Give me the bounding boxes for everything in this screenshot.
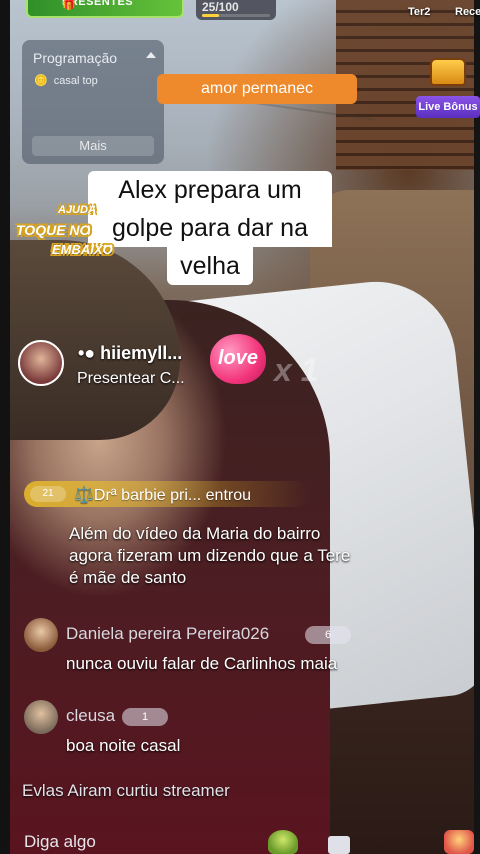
- bottom-bar: Diga algo: [10, 820, 474, 854]
- love-gift-label: love: [217, 347, 259, 369]
- share-icon[interactable]: [328, 836, 350, 854]
- more-button[interactable]: Mais: [32, 136, 154, 156]
- help-badge-line-2: TOQUE NO: [16, 222, 91, 238]
- avatar[interactable]: [24, 700, 58, 734]
- screen-edge-left: [0, 0, 10, 854]
- live-bonus-label: Live Bônus: [416, 96, 480, 118]
- avatar[interactable]: [24, 618, 58, 652]
- programacao-item-label: casal top: [53, 75, 98, 87]
- gift-icon: 🎁: [62, 0, 77, 11]
- user-entered-notice: 21 ⚖️Drª barbie pri... entrou: [24, 481, 309, 507]
- goal-progress-label: 25/100: [202, 0, 239, 14]
- comment-input[interactable]: Diga algo: [24, 832, 96, 852]
- comment-text: boa noite casal: [66, 736, 181, 755]
- level-badge: 1: [122, 708, 168, 726]
- avatar[interactable]: [18, 340, 64, 386]
- orange-banner[interactable]: amor permanec: [157, 74, 357, 104]
- live-bonus-button[interactable]: Live Bônus: [416, 56, 480, 120]
- chat-comment: cleusa 1 boa noite casal: [24, 700, 444, 770]
- caption-line-3: velha: [167, 247, 253, 285]
- love-gift-icon: love: [210, 334, 266, 384]
- help-badge-line-1: AJUDA: [58, 204, 96, 216]
- level-badge: 21: [30, 486, 66, 502]
- gifts-banner[interactable]: PRESENTES 🎁: [26, 0, 184, 18]
- treasure-chest-icon: [430, 58, 466, 86]
- programacao-title: Programação: [33, 50, 118, 66]
- comment-username[interactable]: Daniela pereira Pereira026: [66, 624, 269, 644]
- tab-ter[interactable]: Ter2: [408, 6, 430, 18]
- comment-username[interactable]: cleusa: [66, 706, 115, 726]
- gift-multiplier: x 1: [274, 352, 319, 388]
- help-badge[interactable]: AJUDA TOQUE NO EMBAIXO: [14, 204, 144, 274]
- help-badge-line-3: EMBAIXO: [52, 242, 113, 257]
- entry-text: ⚖️Drª barbie pri... entrou: [74, 487, 252, 504]
- tab-rec[interactable]: Rece: [455, 6, 480, 18]
- goal-progress[interactable]: 25/100: [196, 0, 276, 20]
- gift-sender-name: •● hiiemyll...: [78, 343, 183, 363]
- like-notice: Evlas Airam curtiu streamer: [22, 781, 230, 800]
- programacao-panel[interactable]: Programação 🪙 casal top Mais: [22, 40, 164, 164]
- gift-action: Presentear C...: [77, 370, 185, 387]
- chat-comment: Daniela pereira Pereira026 6 nunca ouviu…: [24, 618, 444, 688]
- chat-message-line-3: é mãe de santo: [69, 568, 187, 587]
- comment-text: nunca ouviu falar de Carlinhos maia: [66, 654, 338, 673]
- level-badge: 6: [305, 626, 351, 644]
- chevron-up-icon[interactable]: [146, 52, 156, 58]
- money-icon: 🪙: [34, 75, 48, 87]
- goal-progress-bar: [202, 14, 270, 17]
- chat-message: Além do vídeo da Maria do bairro agora f…: [69, 523, 409, 589]
- screen-edge-right: [474, 0, 480, 854]
- gift-box-icon[interactable]: [444, 830, 474, 854]
- gift-drink-icon[interactable]: [268, 830, 298, 854]
- chat-message-line-1: Além do vídeo da Maria do bairro: [69, 524, 321, 543]
- chat-message-line-2: agora fizeram um dizendo que a Tere: [69, 546, 351, 565]
- programacao-item[interactable]: 🪙 casal top: [34, 74, 98, 87]
